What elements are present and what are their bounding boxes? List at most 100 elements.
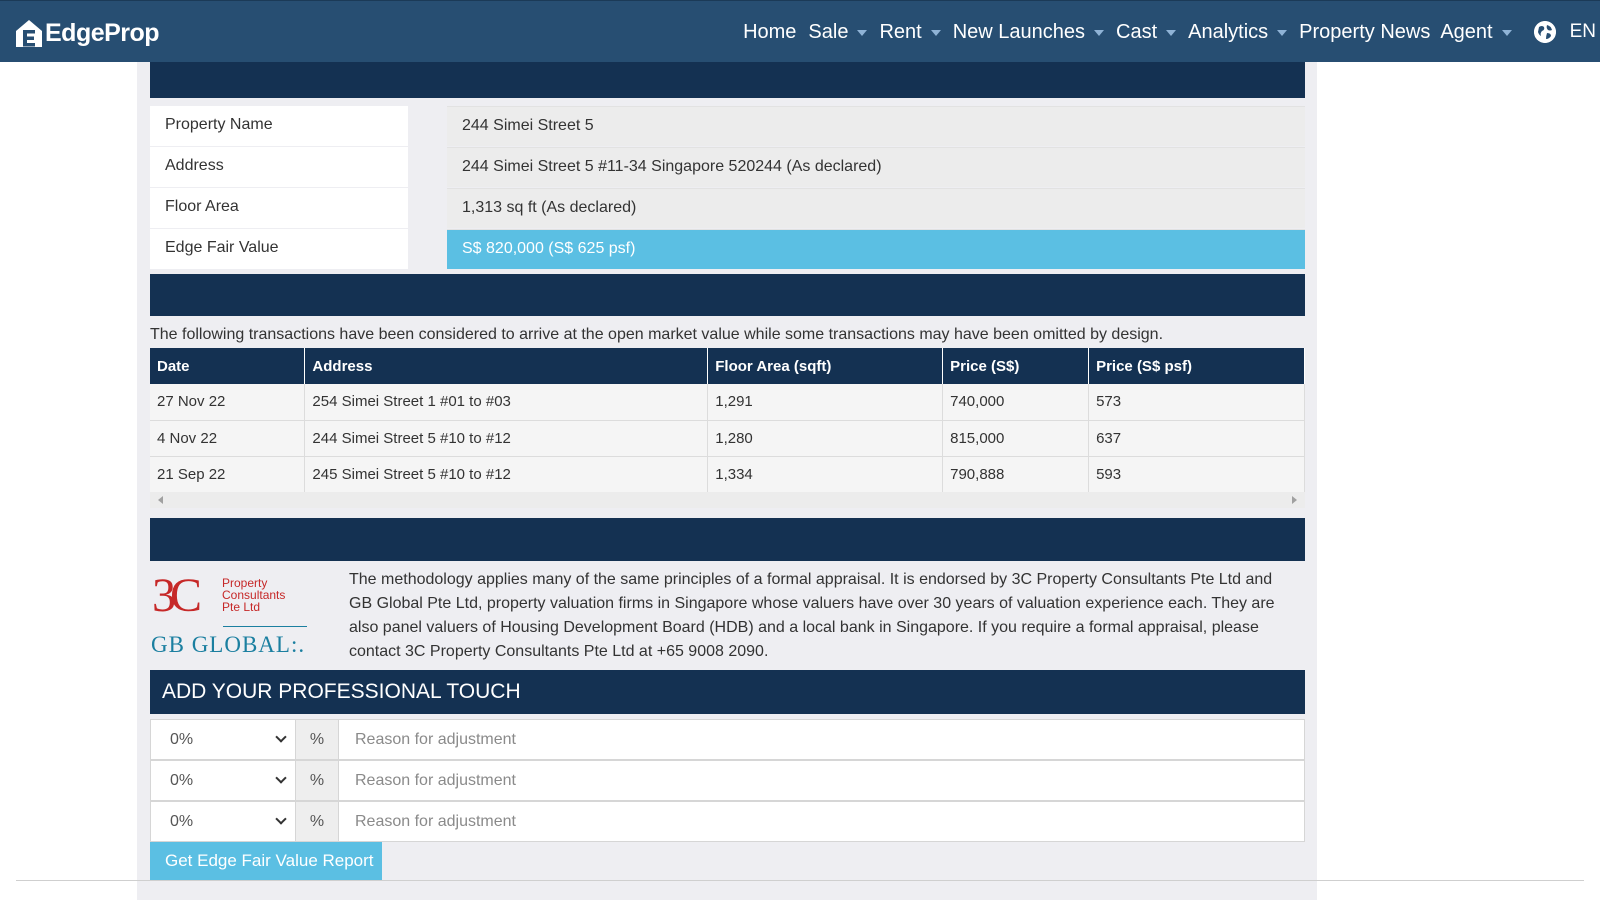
table-row: 27 Nov 22 254 Simei Street 1 #01 to #03 … xyxy=(150,384,1305,421)
column-header: Address xyxy=(304,348,709,384)
nav-item-rent[interactable]: Rent xyxy=(879,20,941,44)
table-row: 4 Nov 22 244 Simei Street 5 #10 to #12 1… xyxy=(150,420,1305,457)
section-header-bar xyxy=(150,62,1305,98)
table-row: 21 Sep 22 245 Simei Street 5 #10 to #12 … xyxy=(150,456,1305,493)
adjustment-percent-select[interactable]: 0% xyxy=(151,761,296,800)
nav-agent-label: Agent xyxy=(1440,20,1493,43)
table-cell: 21 Sep 22 xyxy=(150,456,306,493)
professional-touch-header: ADD YOUR PROFESSIONAL TOUCH xyxy=(150,670,1305,714)
table-cell: 573 xyxy=(1088,384,1305,421)
chevron-down-icon xyxy=(1166,30,1177,36)
table-cell: 1,280 xyxy=(707,420,944,457)
gb-global-logo: GB GLOBAL:. xyxy=(151,632,306,657)
percent-addon: % xyxy=(296,720,339,759)
table-cell: 254 Simei Street 1 #01 to #03 xyxy=(304,384,709,421)
info-label: Edge Fair Value xyxy=(150,229,408,269)
table-cell: 740,000 xyxy=(942,384,1090,421)
table-cell: 244 Simei Street 5 #10 to #12 xyxy=(304,420,709,457)
chevron-down-icon xyxy=(275,772,287,784)
methodology-text: The methodology applies many of the same… xyxy=(349,571,1275,660)
horizontal-scrollbar[interactable] xyxy=(150,492,1305,508)
table-cell: 4 Nov 22 xyxy=(150,420,306,457)
table-header-row: Date Address Floor Area (sqft) Price (S$… xyxy=(150,348,1305,384)
valuer-logos: 3C Property Consultants Pte Ltd GB GLOBA… xyxy=(150,572,320,662)
nav-item-sale[interactable]: Sale xyxy=(808,20,868,44)
info-row-floor-area: Floor Area 1,313 sq ft (As declared) xyxy=(150,188,1305,228)
chevron-down-icon xyxy=(1277,30,1288,36)
logo-divider xyxy=(223,626,307,627)
table-cell: 1,291 xyxy=(707,384,944,421)
nav-home-label: Home xyxy=(743,20,797,43)
chevron-down-icon xyxy=(275,813,287,825)
adjustment-row: 0% % xyxy=(150,719,1305,760)
select-value: 0% xyxy=(170,772,194,789)
select-value: 0% xyxy=(170,813,194,830)
info-label: Floor Area xyxy=(150,188,408,228)
table-cell: 593 xyxy=(1088,456,1305,493)
main-nav: Home Sale Rent New Launches Cast Analyti… xyxy=(743,1,1600,63)
nav-cast-label: Cast xyxy=(1116,20,1158,43)
nav-item-cast[interactable]: Cast xyxy=(1116,20,1177,44)
3c-logo: 3C xyxy=(152,569,202,622)
info-value: 244 Simei Street 5 #11-34 Singapore 5202… xyxy=(447,147,1305,187)
table-cell: 27 Nov 22 xyxy=(150,384,306,421)
table-cell: 637 xyxy=(1088,420,1305,457)
nav-rent-label: Rent xyxy=(879,20,922,43)
top-navigation-bar: EdgeProp Home Sale Rent New Launches Cas… xyxy=(0,0,1600,62)
info-value: 1,313 sq ft (As declared) xyxy=(447,188,1305,228)
chevron-down-icon xyxy=(857,30,868,36)
edge-fair-value: S$ 820,000 (S$ 625 psf) xyxy=(447,229,1305,269)
reason-input[interactable] xyxy=(340,720,1304,759)
globe-icon[interactable] xyxy=(1533,21,1556,43)
percent-addon: % xyxy=(296,802,339,841)
adjustment-percent-select[interactable]: 0% xyxy=(151,802,296,841)
edgeprop-logo[interactable]: EdgeProp xyxy=(14,16,160,50)
3c-logo-text: Property Consultants Pte Ltd xyxy=(222,577,285,613)
scroll-left-arrow-icon[interactable] xyxy=(158,496,163,504)
reason-input[interactable] xyxy=(340,802,1304,841)
info-row-edge-fair-value: Edge Fair Value S$ 820,000 (S$ 625 psf) xyxy=(150,229,1305,269)
percent-addon: % xyxy=(296,761,339,800)
language-selector[interactable]: EN xyxy=(1570,21,1596,43)
page-divider xyxy=(16,880,1584,881)
table-cell: 815,000 xyxy=(942,420,1090,457)
column-header: Price (S$ psf) xyxy=(1088,348,1305,384)
adjustment-percent-select[interactable]: 0% xyxy=(151,720,296,759)
nav-sale-label: Sale xyxy=(808,20,849,43)
table-cell: 1,334 xyxy=(707,456,944,493)
nav-property-news-label: Property News xyxy=(1299,20,1431,43)
chevron-down-icon xyxy=(1501,30,1512,36)
transactions-table: Date Address Floor Area (sqft) Price (S$… xyxy=(150,348,1305,493)
scroll-right-arrow-icon[interactable] xyxy=(1292,496,1297,504)
3c-logo-line: Pte Ltd xyxy=(222,600,261,614)
edgeprop-house-logo-icon xyxy=(14,17,44,49)
brand-name: EdgeProp xyxy=(45,18,160,47)
nav-new-launches-label: New Launches xyxy=(952,20,1086,43)
info-row-property-name: Property Name 244 Simei Street 5 xyxy=(150,106,1305,146)
column-header: Date xyxy=(150,348,306,384)
section-header-bar xyxy=(150,518,1305,561)
nav-item-home[interactable]: Home xyxy=(743,21,796,44)
column-header: Floor Area (sqft) xyxy=(707,348,944,384)
nav-item-property-news[interactable]: Property News xyxy=(1299,21,1430,44)
adjustment-row: 0% % xyxy=(150,760,1305,801)
info-row-address: Address 244 Simei Street 5 #11-34 Singap… xyxy=(150,147,1305,187)
nav-item-new-launches[interactable]: New Launches xyxy=(952,20,1105,44)
adjustment-row: 0% % xyxy=(150,801,1305,842)
table-cell: 245 Simei Street 5 #10 to #12 xyxy=(304,456,709,493)
nav-analytics-label: Analytics xyxy=(1188,20,1269,43)
reason-input[interactable] xyxy=(340,761,1304,800)
section-header-bar xyxy=(150,274,1305,316)
info-value: 244 Simei Street 5 xyxy=(447,106,1305,146)
info-label: Address xyxy=(150,147,408,187)
info-label: Property Name xyxy=(150,106,408,146)
transactions-intro: The following transactions have been con… xyxy=(150,326,1164,343)
column-header: Price (S$) xyxy=(942,348,1090,384)
select-value: 0% xyxy=(170,731,194,748)
valuation-panel: Property Name 244 Simei Street 5 Address… xyxy=(137,62,1317,900)
chevron-down-icon xyxy=(275,731,287,743)
nav-item-analytics[interactable]: Analytics xyxy=(1188,20,1288,44)
get-report-button[interactable]: Get Edge Fair Value Report xyxy=(150,842,382,880)
nav-item-agent[interactable]: Agent xyxy=(1440,20,1512,44)
chevron-down-icon xyxy=(1094,30,1105,36)
